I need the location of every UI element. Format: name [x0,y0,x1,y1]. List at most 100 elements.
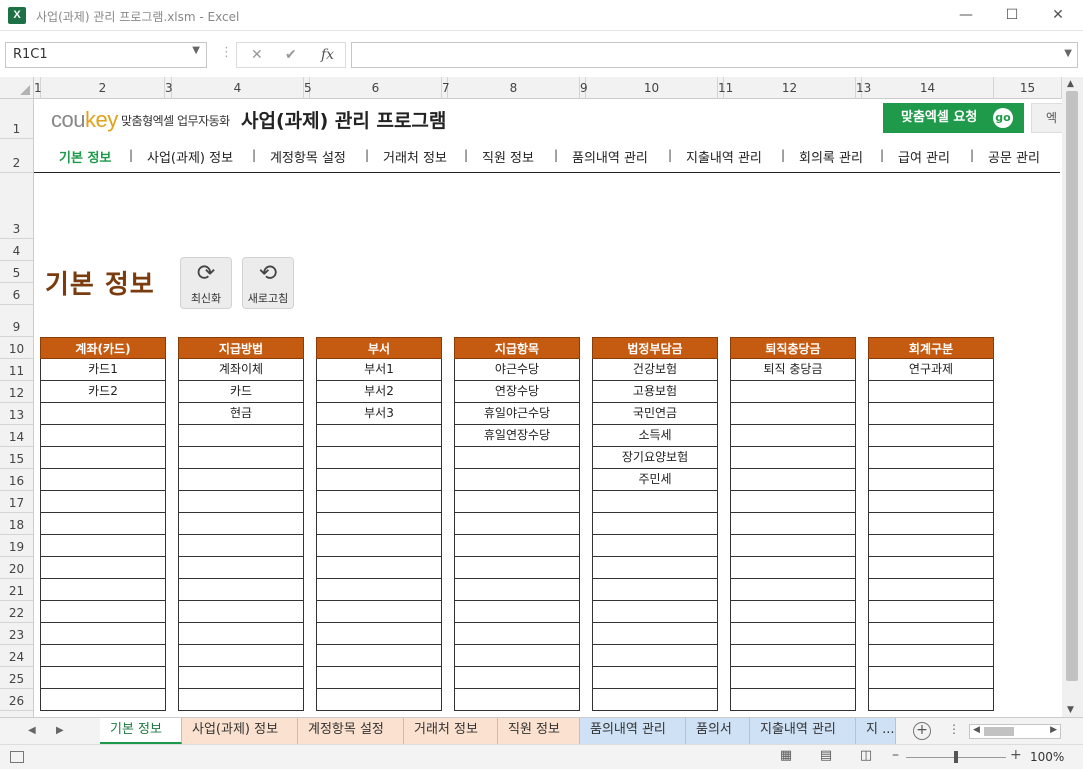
insert-function-icon[interactable]: fx [321,47,334,63]
row-header[interactable]: 11 [0,359,33,381]
row-header[interactable]: 3 [0,173,33,239]
custom-excel-request-button[interactable]: 맞춤엑셀 요청 go [883,103,1024,133]
page-layout-icon[interactable]: ▤ [818,749,834,763]
sheet-tab[interactable]: 품의내역 관리 [580,718,686,744]
row-header[interactable]: 15 [0,447,33,469]
table-cell[interactable] [178,491,304,513]
table-cell[interactable] [592,579,718,601]
sheet-tab[interactable]: 지출내역 관리 [750,718,856,744]
reload-button[interactable]: ⟲ 새로고침 [242,257,294,309]
table-cell[interactable] [454,689,580,711]
table-cell[interactable] [868,425,994,447]
expand-formula-icon[interactable]: ▼ [1064,48,1072,59]
scroll-down-icon[interactable]: ▼ [1067,705,1074,715]
row-header[interactable]: 17 [0,491,33,513]
table-cell[interactable]: 카드1 [40,359,166,381]
table-cell[interactable] [454,447,580,469]
table-cell[interactable] [178,579,304,601]
table-cell[interactable] [454,513,580,535]
sheet-tab[interactable]: 품의서 [686,718,750,744]
row-header[interactable]: 20 [0,557,33,579]
table-cell[interactable] [40,689,166,711]
row-header[interactable]: 12 [0,381,33,403]
table-cell[interactable]: 휴일야근수당 [454,403,580,425]
row-header[interactable]: 2 [0,139,33,173]
table-cell[interactable] [868,381,994,403]
extra-button[interactable]: 엑 [1031,103,1062,133]
tab-next-icon[interactable]: ▶ [56,725,64,736]
table-cell[interactable]: 퇴직 충당금 [730,359,856,381]
maximize-icon[interactable]: ☐ [998,4,1026,26]
table-cell[interactable] [40,535,166,557]
row-header[interactable]: 25 [0,667,33,689]
table-cell[interactable] [730,623,856,645]
table-cell[interactable] [40,579,166,601]
table-cell[interactable] [730,535,856,557]
column-header[interactable]: 8 [448,77,580,99]
table-cell[interactable] [316,557,442,579]
table-cell[interactable] [454,469,580,491]
table-cell[interactable] [730,689,856,711]
row-header[interactable]: 13 [0,403,33,425]
table-cell[interactable] [178,447,304,469]
table-cell[interactable] [868,403,994,425]
table-cell[interactable] [730,601,856,623]
table-cell[interactable] [178,513,304,535]
scroll-up-icon[interactable]: ▲ [1067,79,1074,89]
table-cell[interactable] [40,425,166,447]
nav-item[interactable]: 공문 관리 [988,147,1040,166]
row-header[interactable]: 14 [0,425,33,447]
table-cell[interactable] [454,601,580,623]
table-cell[interactable] [730,667,856,689]
column-header[interactable]: 3 [165,77,173,99]
vertical-scrollbar[interactable]: ▲ ▼ [1062,77,1083,717]
sheet-tab[interactable]: 계정항목 설정 [298,718,404,744]
row-header[interactable]: 4 [0,239,33,261]
add-sheet-icon[interactable]: + [913,722,931,740]
table-cell[interactable]: 부서1 [316,359,442,381]
row-header[interactable]: 9 [0,305,33,337]
table-cell[interactable] [454,579,580,601]
row-header[interactable]: 10 [0,337,33,359]
nav-item[interactable]: 지출내역 관리 [686,147,762,166]
table-cell[interactable] [316,623,442,645]
close-icon[interactable]: ✕ [1044,4,1072,26]
select-all-corner[interactable] [0,77,34,99]
zoom-slider-thumb[interactable] [954,751,958,763]
table-cell[interactable] [592,645,718,667]
table-cell[interactable] [730,425,856,447]
zoom-level[interactable]: 100% [1030,750,1064,764]
nav-item[interactable]: 급여 관리 [898,147,950,166]
column-header[interactable]: 12 [724,77,856,99]
table-cell[interactable] [316,469,442,491]
row-header[interactable]: 16 [0,469,33,491]
nav-item[interactable]: 계정항목 설정 [270,147,346,166]
table-cell[interactable] [316,579,442,601]
table-cell[interactable] [592,623,718,645]
row-header[interactable]: 24 [0,645,33,667]
table-cell[interactable] [868,513,994,535]
name-box[interactable]: R1C1 ▼ [5,42,207,68]
table-cell[interactable] [730,469,856,491]
cancel-icon[interactable]: ✕ [251,47,263,63]
sheet-tab[interactable]: 사업(과제) 정보 [182,718,298,744]
sheet-tab[interactable]: 직원 정보 [498,718,580,744]
table-cell[interactable] [868,689,994,711]
table-cell[interactable] [592,491,718,513]
table-cell[interactable] [868,645,994,667]
table-cell[interactable] [454,667,580,689]
sheet-tab[interactable]: 거래처 정보 [404,718,498,744]
table-cell[interactable]: 연구과제 [868,359,994,381]
row-header[interactable]: 26 [0,689,33,711]
table-cell[interactable] [40,623,166,645]
table-cell[interactable]: 연장수당 [454,381,580,403]
row-header[interactable]: 19 [0,535,33,557]
table-cell[interactable] [40,645,166,667]
more-options-icon[interactable]: ⋮ [220,45,233,60]
tab-prev-icon[interactable]: ◀ [28,725,36,736]
table-cell[interactable] [316,513,442,535]
row-header[interactable]: 22 [0,601,33,623]
zoom-out-icon[interactable]: – [892,747,899,763]
row-header[interactable]: 23 [0,623,33,645]
table-cell[interactable] [868,491,994,513]
